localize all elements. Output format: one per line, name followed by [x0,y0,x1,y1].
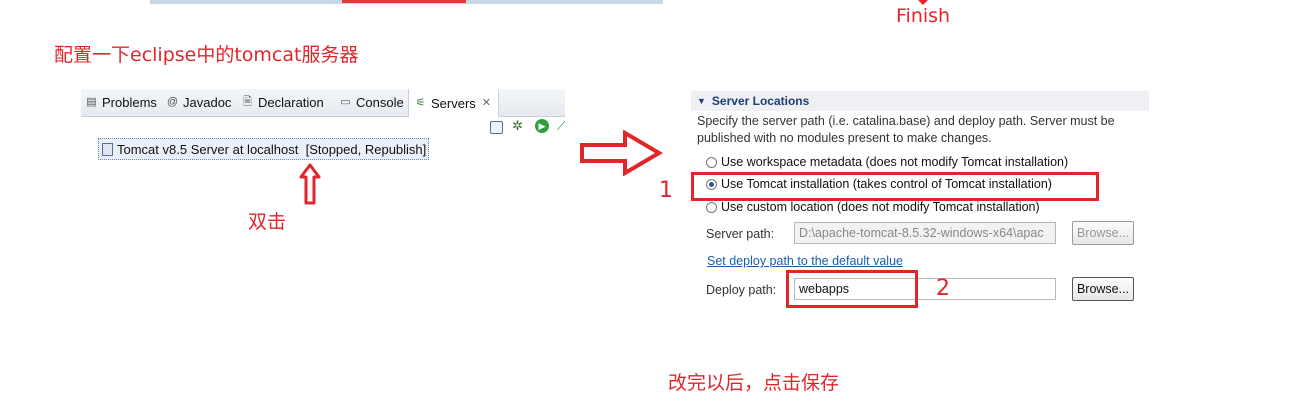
collapse-all-icon[interactable] [490,121,503,134]
finish-annotation: Finish [896,5,951,27]
default-deploy-path-link[interactable]: Set deploy path to the default value [707,254,903,268]
tab-declaration[interactable]: 🗎 Declaration [241,89,324,116]
server-entry-tomcat[interactable]: Tomcat v8.5 Server at localhost [Stopped… [98,138,430,160]
radio-custom-location[interactable]: Use custom location (does not modify Tom… [706,200,1040,214]
right-arrow-icon [580,130,663,176]
step-1-label: 1 [659,178,673,203]
declaration-icon: 🗎 [243,96,252,108]
server-icon [102,142,113,156]
close-icon[interactable]: ✕ [480,97,493,110]
configure-note: 配置一下eclipse中的tomcat服务器 [54,44,359,66]
tab-servers[interactable]: ⚟ Servers ✕ [408,89,499,117]
radio-workspace-metadata[interactable]: Use workspace metadata (does not modify … [706,155,1068,169]
up-arrow-icon [299,163,321,205]
servers-icon: ⚟ [415,96,426,109]
deploy-path-browse-button[interactable]: Browse... [1072,277,1134,301]
server-path-browse-button[interactable]: Browse... [1072,221,1134,245]
previous-screenshot-strip [150,0,663,4]
finish-arrow-tip-icon [918,0,928,5]
save-note: 改完以后，点击保存 [668,372,840,394]
step-2-label: 2 [936,276,950,301]
radio-button[interactable] [706,156,717,168]
tab-javadoc[interactable]: @ Javadoc [166,89,232,116]
server-locations-description: Specify the server path (i.e. catalina.b… [697,114,1115,145]
server-locations-header[interactable]: ▼ Server Locations [691,91,1149,111]
double-click-note: 双击 [248,211,287,233]
server-path-label: Server path: [706,227,775,241]
profile-server-icon[interactable]: ⟋ [557,119,565,133]
triangle-down-icon: ▼ [697,96,706,106]
tab-console[interactable]: ▭ Console [339,89,403,116]
javadoc-icon: @ [166,96,179,108]
highlight-box-deploy-path [786,270,918,308]
server-path-input[interactable]: D:\apache-tomcat-8.5.32-windows-x64\apac [794,222,1056,244]
highlight-box-option [691,172,1099,201]
console-icon: ▭ [340,96,351,108]
radio-button[interactable] [706,201,717,213]
problems-icon: ▤ [86,96,97,108]
tab-problems[interactable]: ▤ Problems [85,89,157,116]
start-server-icon[interactable]: ▶ [535,119,549,133]
deploy-path-label: Deploy path: [706,283,777,297]
view-tab-bar: ▤ Problems @ Javadoc 🗎 Declaration ▭ Con… [81,89,565,117]
debug-server-icon[interactable]: ✲ [512,119,526,133]
